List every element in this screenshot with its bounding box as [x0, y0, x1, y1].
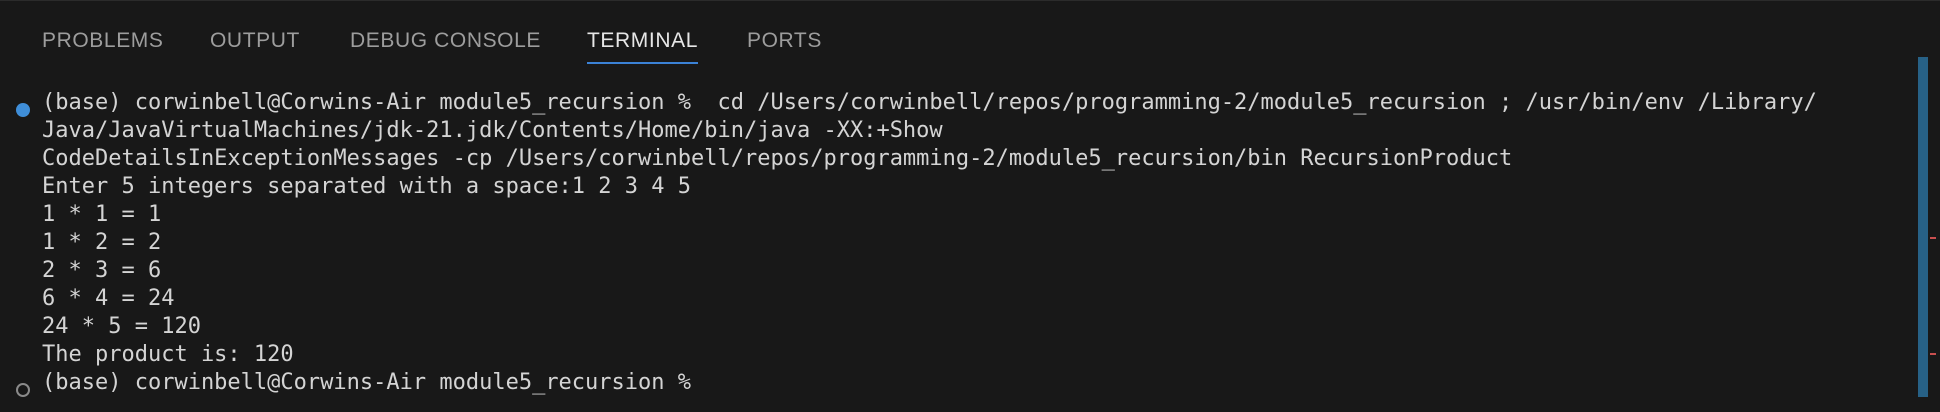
terminal-line: Java/JavaVirtualMachines/jdk-21.jdk/Cont… [42, 118, 943, 143]
active-tab-indicator [587, 62, 698, 64]
command-pending-icon[interactable] [16, 383, 30, 397]
terminal-output[interactable]: (base) corwinbell@Corwins-Air module5_re… [0, 89, 1912, 409]
tab-ports[interactable]: PORTS [747, 29, 822, 59]
terminal-prompt: (base) corwinbell@Corwins-Air module5_re… [42, 370, 692, 395]
terminal-line: 2 * 3 = 6 [42, 258, 162, 283]
tab-output[interactable]: OUTPUT [210, 29, 300, 59]
command-success-icon[interactable] [16, 103, 30, 117]
scrollbar-marker [1930, 237, 1936, 239]
terminal-line: Enter 5 integers separated with a space:… [42, 174, 692, 199]
tab-problems[interactable]: PROBLEMS [42, 29, 164, 59]
terminal-line: 1 * 2 = 2 [42, 230, 162, 255]
terminal-line: 24 * 5 = 120 [42, 314, 201, 339]
tab-terminal[interactable]: TERMINAL [587, 29, 698, 64]
tab-debug-console[interactable]: DEBUG CONSOLE [350, 29, 541, 59]
scrollbar-marker [1930, 353, 1936, 355]
bottom-panel: PROBLEMS OUTPUT DEBUG CONSOLE TERMINAL P… [0, 0, 1940, 412]
terminal-line: 6 * 4 = 24 [42, 286, 175, 311]
terminal-scrollbar[interactable] [1918, 57, 1928, 397]
panel-tabs: PROBLEMS OUTPUT DEBUG CONSOLE TERMINAL P… [0, 1, 1900, 71]
terminal-line: CodeDetailsInExceptionMessages -cp /User… [42, 146, 1513, 171]
terminal-line: (base) corwinbell@Corwins-Air module5_re… [42, 90, 1817, 115]
terminal-line: 1 * 1 = 1 [42, 202, 162, 227]
tab-terminal-label: TERMINAL [587, 29, 698, 52]
terminal-line: The product is: 120 [42, 342, 294, 367]
